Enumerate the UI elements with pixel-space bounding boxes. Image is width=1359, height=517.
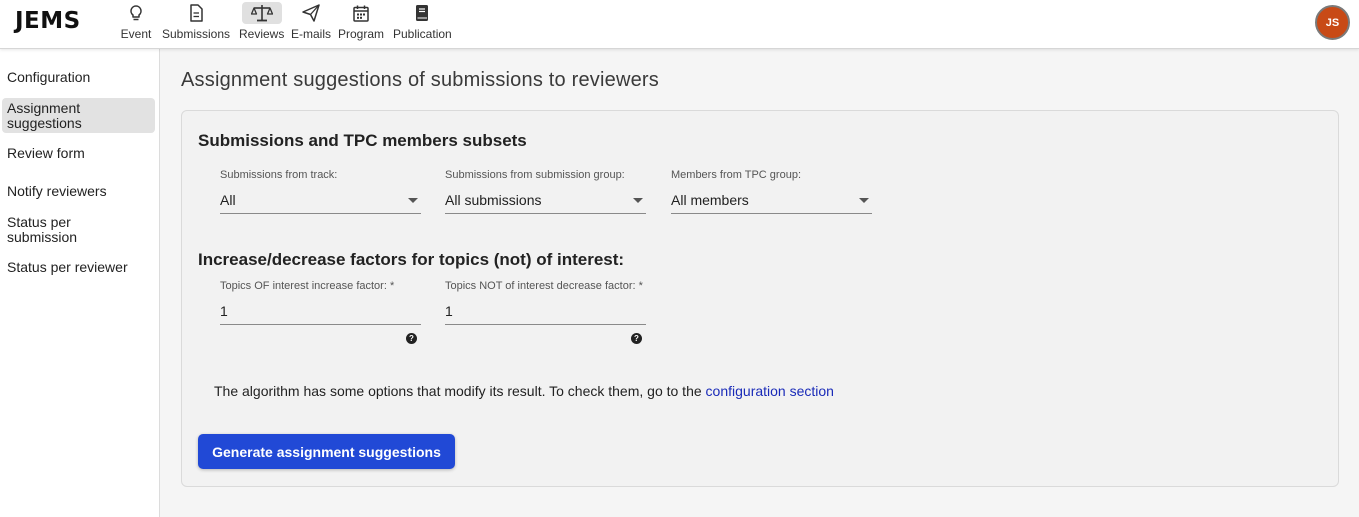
sidebar-item-notify-reviewers[interactable]: Notify reviewers <box>2 184 155 199</box>
algorithm-info-text: The algorithm has some options that modi… <box>214 383 702 399</box>
subsets-section-title: Submissions and TPC members subsets <box>198 131 527 150</box>
sidebar-item-status-per-reviewer[interactable]: Status per reviewer <box>2 260 155 275</box>
track-select[interactable]: All <box>220 187 421 214</box>
track-label: Submissions from track: <box>220 169 338 181</box>
nav-submissions[interactable]: Submissions <box>162 2 230 42</box>
app-logo[interactable]: JEMS <box>15 8 81 34</box>
nav-publication-label: Publication <box>393 27 452 41</box>
sidebar-item-configuration[interactable]: Configuration <box>2 70 155 85</box>
nav-emails[interactable]: E-mails <box>291 2 331 42</box>
increase-factor-label: Topics OF interest increase factor: * <box>220 280 395 292</box>
nav-program-label: Program <box>338 27 385 41</box>
decrease-factor-field: Topics NOT of interest decrease factor: … <box>445 280 646 325</box>
assignment-card: Submissions and TPC members subsets Subm… <box>181 110 1339 487</box>
tpc-group-value: All members <box>671 192 749 208</box>
help-icon[interactable]: ? <box>406 333 417 344</box>
configuration-section-link[interactable]: configuration section <box>706 383 834 399</box>
decrease-factor-input[interactable]: 1 <box>445 298 646 325</box>
nav-submissions-label: Submissions <box>162 27 231 41</box>
generate-assignment-suggestions-button[interactable]: Generate assignment suggestions <box>198 434 455 469</box>
page-title: Assignment suggestions of submissions to… <box>181 69 659 91</box>
nav-event[interactable]: Event <box>116 2 156 42</box>
user-avatar[interactable]: JS <box>1315 5 1350 40</box>
submission-group-value: All submissions <box>445 192 542 208</box>
factors-section-title: Increase/decrease factors for topics (no… <box>198 250 625 269</box>
tpc-group-select[interactable]: All members <box>671 187 872 214</box>
algorithm-info: The algorithm has some options that modi… <box>214 383 834 399</box>
increase-factor-input[interactable]: 1 <box>220 298 421 325</box>
tpc-group-field: Members from TPC group: All members <box>671 169 872 214</box>
scale-icon <box>241 2 282 24</box>
nav-publication[interactable]: Publication <box>393 2 452 42</box>
submission-group-field: Submissions from submission group: All s… <box>445 169 646 214</box>
increase-factor-field: Topics OF interest increase factor: * 1 <box>220 280 421 325</box>
track-value: All <box>220 192 236 208</box>
help-icon[interactable]: ? <box>631 333 642 344</box>
document-icon <box>176 2 216 24</box>
nav-emails-label: E-mails <box>291 27 332 41</box>
sidebar-item-assignment-suggestions[interactable]: Assignment suggestions <box>2 98 155 133</box>
chevron-down-icon <box>408 197 418 203</box>
submission-group-select[interactable]: All submissions <box>445 187 646 214</box>
tpc-group-label: Members from TPC group: <box>671 169 802 181</box>
chevron-down-icon <box>859 197 869 203</box>
sidebar: Configuration Assignment suggestions Rev… <box>0 49 160 517</box>
chevron-down-icon <box>633 197 643 203</box>
sidebar-item-status-per-submission[interactable]: Status per submission <box>2 215 122 245</box>
nav-reviews[interactable]: Reviews <box>239 2 284 42</box>
nav-reviews-label: Reviews <box>239 27 285 41</box>
track-field: Submissions from track: All <box>220 169 421 214</box>
sidebar-item-review-form[interactable]: Review form <box>2 146 155 161</box>
decrease-factor-label: Topics NOT of interest decrease factor: … <box>445 280 643 292</box>
calendar-icon <box>341 2 381 24</box>
paper-plane-icon <box>291 2 331 24</box>
submission-group-label: Submissions from submission group: <box>445 169 625 181</box>
top-bar: JEMS Event Submissions Reviews E-mails P… <box>0 0 1359 49</box>
nav-program[interactable]: Program <box>338 2 384 42</box>
book-icon <box>402 2 442 24</box>
nav-event-label: Event <box>120 27 152 41</box>
lightbulb-icon <box>116 2 156 24</box>
